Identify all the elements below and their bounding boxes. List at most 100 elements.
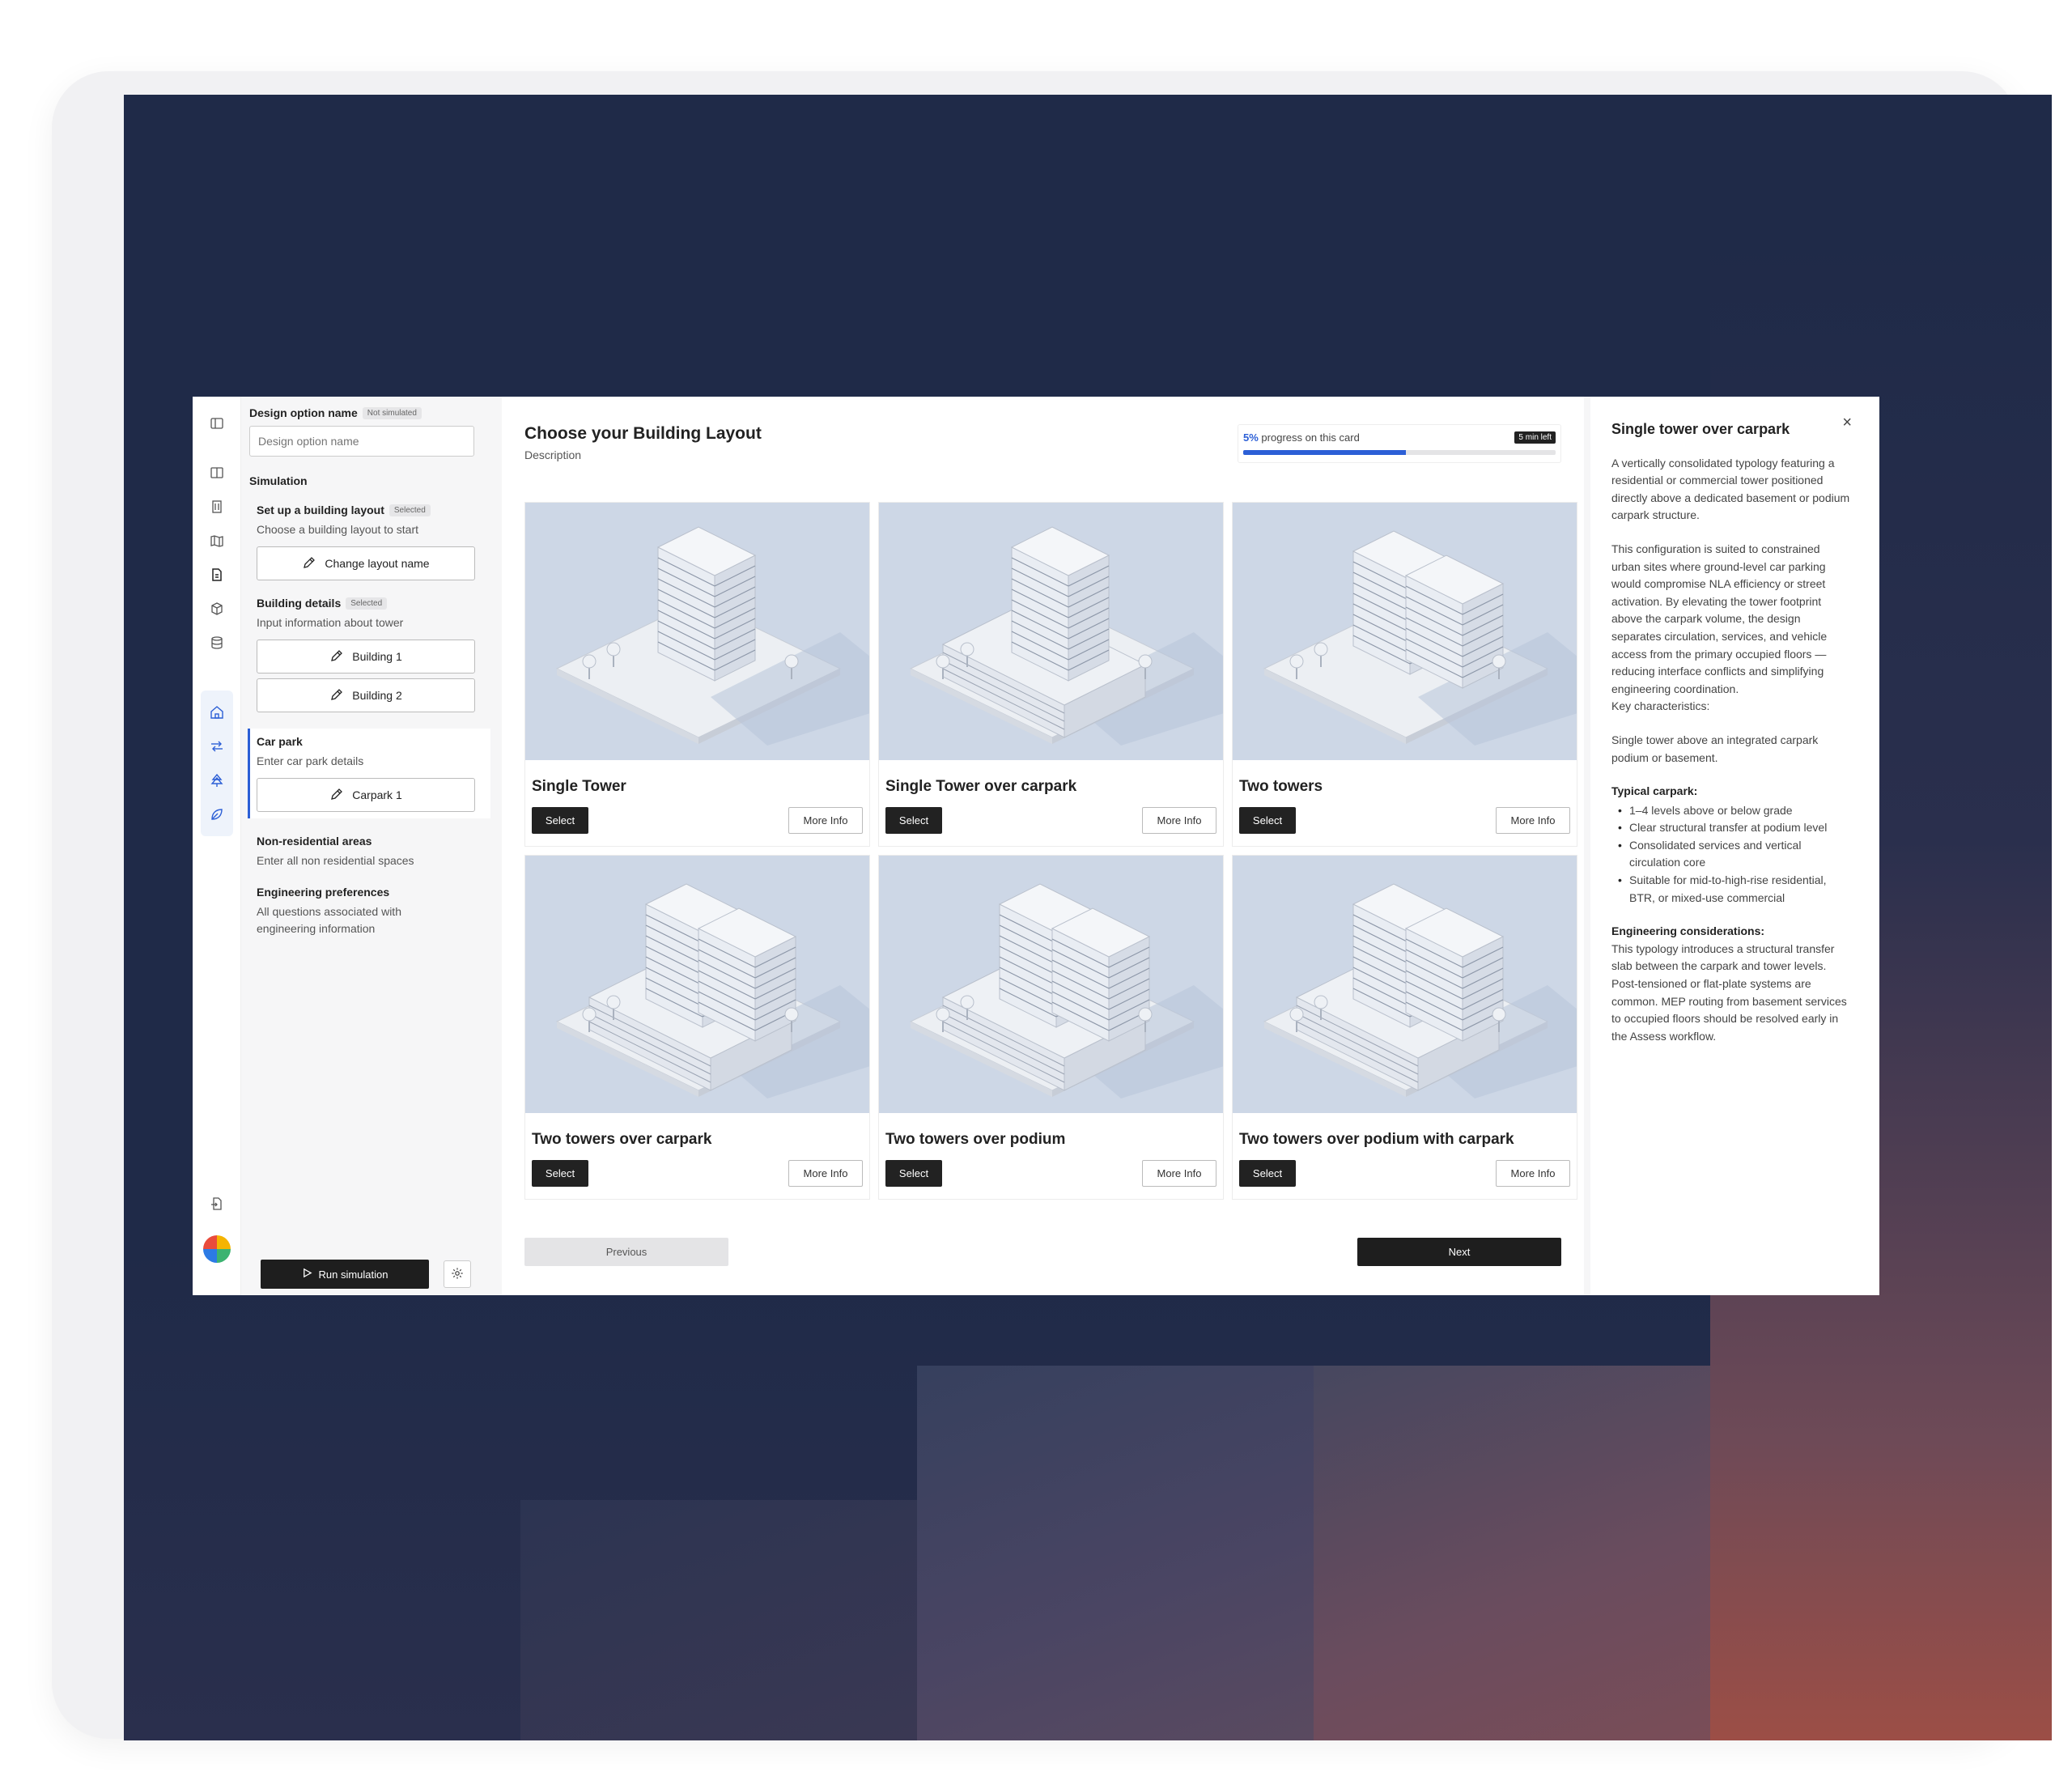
app-window: Design option name Not simulated Simulat… [193,397,1879,1295]
card-title: Two towers over podium [885,1131,1066,1148]
export-icon[interactable] [209,1196,225,1212]
previous-button[interactable]: Previous [524,1238,728,1266]
design-option-label: Design option name [249,406,358,419]
more-info-button[interactable]: More Info [788,807,863,834]
rail-active-group [200,691,233,836]
info-panel: Single tower over carpark × A vertically… [1590,397,1871,1295]
building-2-button[interactable]: Building 2 [257,678,475,712]
building-render-image [1233,856,1577,1113]
simulation-heading: Simulation [249,474,308,487]
card-actions: Select More Info [879,796,1223,834]
engineering-text: This typology introduces a structural tr… [1611,941,1847,1043]
step-title: Car park [257,735,484,748]
pencil-icon [302,555,316,572]
layout-card-grid: Single Tower Select More Info Single Tow… [524,502,1577,1200]
layout-card[interactable]: Single Tower Select More Info [524,502,870,847]
more-info-button[interactable]: More Info [1496,1160,1570,1187]
button-label: Run simulation [318,1268,388,1281]
button-label: Building 2 [352,689,402,702]
backdrop-block [520,1500,917,1740]
layout-card[interactable]: Two towers over podium Select More Info [878,855,1224,1200]
layout-card[interactable]: Two towers over podium with carpark Sele… [1232,855,1577,1200]
select-button[interactable]: Select [1239,1160,1296,1187]
card-image [879,503,1223,760]
layout-card[interactable]: Single Tower over carpark Select More In… [878,502,1224,847]
progress-card: 5% progress on this card 5 min left [1238,424,1561,463]
database-icon[interactable] [209,635,225,651]
info-paragraph: This configuration is suited to constrai… [1611,542,1828,695]
card-title: Single Tower [532,778,626,795]
more-info-button[interactable]: More Info [1496,807,1570,834]
selected-badge: Selected [388,504,431,516]
run-row: Run simulation [261,1260,471,1289]
wizard-navigation: Previous Next [524,1238,1561,1266]
card-image [1233,856,1577,1113]
more-info-button[interactable]: More Info [1142,807,1216,834]
step-title: Set up a building layout Selected [257,504,486,516]
step-building-details[interactable]: Building details Selected Input informat… [249,597,486,712]
step-title: Building details Selected [257,597,486,610]
step-description: Input information about tower [257,616,404,629]
panel-icon[interactable] [209,465,225,481]
select-button[interactable]: Select [532,1160,588,1187]
status-badge: Not simulated [362,406,422,419]
sidebar-toggle-icon[interactable] [209,415,225,431]
time-left-badge: 5 min left [1514,431,1556,444]
step-car-park[interactable]: Car park Enter car park details Carpark … [248,729,490,818]
cube-icon[interactable] [209,601,225,617]
map-icon[interactable] [209,533,225,549]
design-option-input[interactable] [249,426,474,457]
card-actions: Select More Info [525,796,869,834]
card-actions: Select More Info [879,1149,1223,1187]
backdrop-block [1314,1366,1710,1740]
step-title-text: Car park [257,735,303,748]
card-image [525,856,869,1113]
info-paragraph: A vertically consolidated typology featu… [1611,456,1850,522]
carpark-1-button[interactable]: Carpark 1 [257,778,475,812]
building-render-image [879,856,1223,1113]
more-info-button[interactable]: More Info [788,1160,863,1187]
step-title-text: Non-residential areas [257,835,372,848]
list-item: Suitable for mid-to-high-rise residentia… [1611,872,1850,907]
card-actions: Select More Info [1233,1149,1577,1187]
tree-icon[interactable] [209,772,225,788]
card-title: Two towers [1239,778,1323,795]
run-simulation-button[interactable]: Run simulation [261,1260,429,1289]
leaf-icon[interactable] [209,806,225,822]
list-item: Clear structural transfer at podium leve… [1611,819,1850,837]
layout-card[interactable]: Two towers Select More Info [1232,502,1577,847]
select-button[interactable]: Select [885,807,942,834]
select-button[interactable]: Select [532,807,588,834]
next-button[interactable]: Next [1357,1238,1561,1266]
home-icon[interactable] [209,704,225,720]
building-render-image [879,503,1223,760]
building-1-button[interactable]: Building 1 [257,640,475,674]
main-content: Choose your Building Layout Description … [494,397,1590,1295]
info-paragraph: Single tower above an integrated carpark… [1611,733,1819,764]
button-label: Change layout name [325,557,430,570]
select-button[interactable]: Select [1239,807,1296,834]
step-building-layout[interactable]: Set up a building layout Selected Choose… [249,504,486,580]
document-icon[interactable] [209,567,225,583]
change-layout-name-button[interactable]: Change layout name [257,546,475,580]
layout-card[interactable]: Two towers over carpark Select More Info [524,855,870,1200]
step-non-residential[interactable]: Non-residential areas Enter all non resi… [249,835,486,869]
building-render-image [525,856,869,1113]
icon-rail [193,397,241,1295]
card-actions: Select More Info [1233,796,1577,834]
flow-icon[interactable] [209,738,225,754]
more-info-button[interactable]: More Info [1142,1160,1216,1187]
key-characteristics-label: Key characteristics: [1611,699,1710,713]
building-icon[interactable] [209,499,225,515]
close-icon[interactable]: × [1842,414,1852,432]
info-panel-title: Single tower over carpark [1611,421,1790,437]
building-render-image [525,503,869,760]
pencil-icon [329,787,344,804]
card-title: Two towers over carpark [532,1131,712,1148]
step-engineering-preferences[interactable]: Engineering preferences All questions as… [249,886,486,937]
design-option-header: Design option name Not simulated [249,406,486,419]
pencil-icon [329,687,344,704]
settings-button[interactable] [444,1260,471,1288]
progress-header: 5% progress on this card 5 min left [1243,431,1556,444]
select-button[interactable]: Select [885,1160,942,1187]
